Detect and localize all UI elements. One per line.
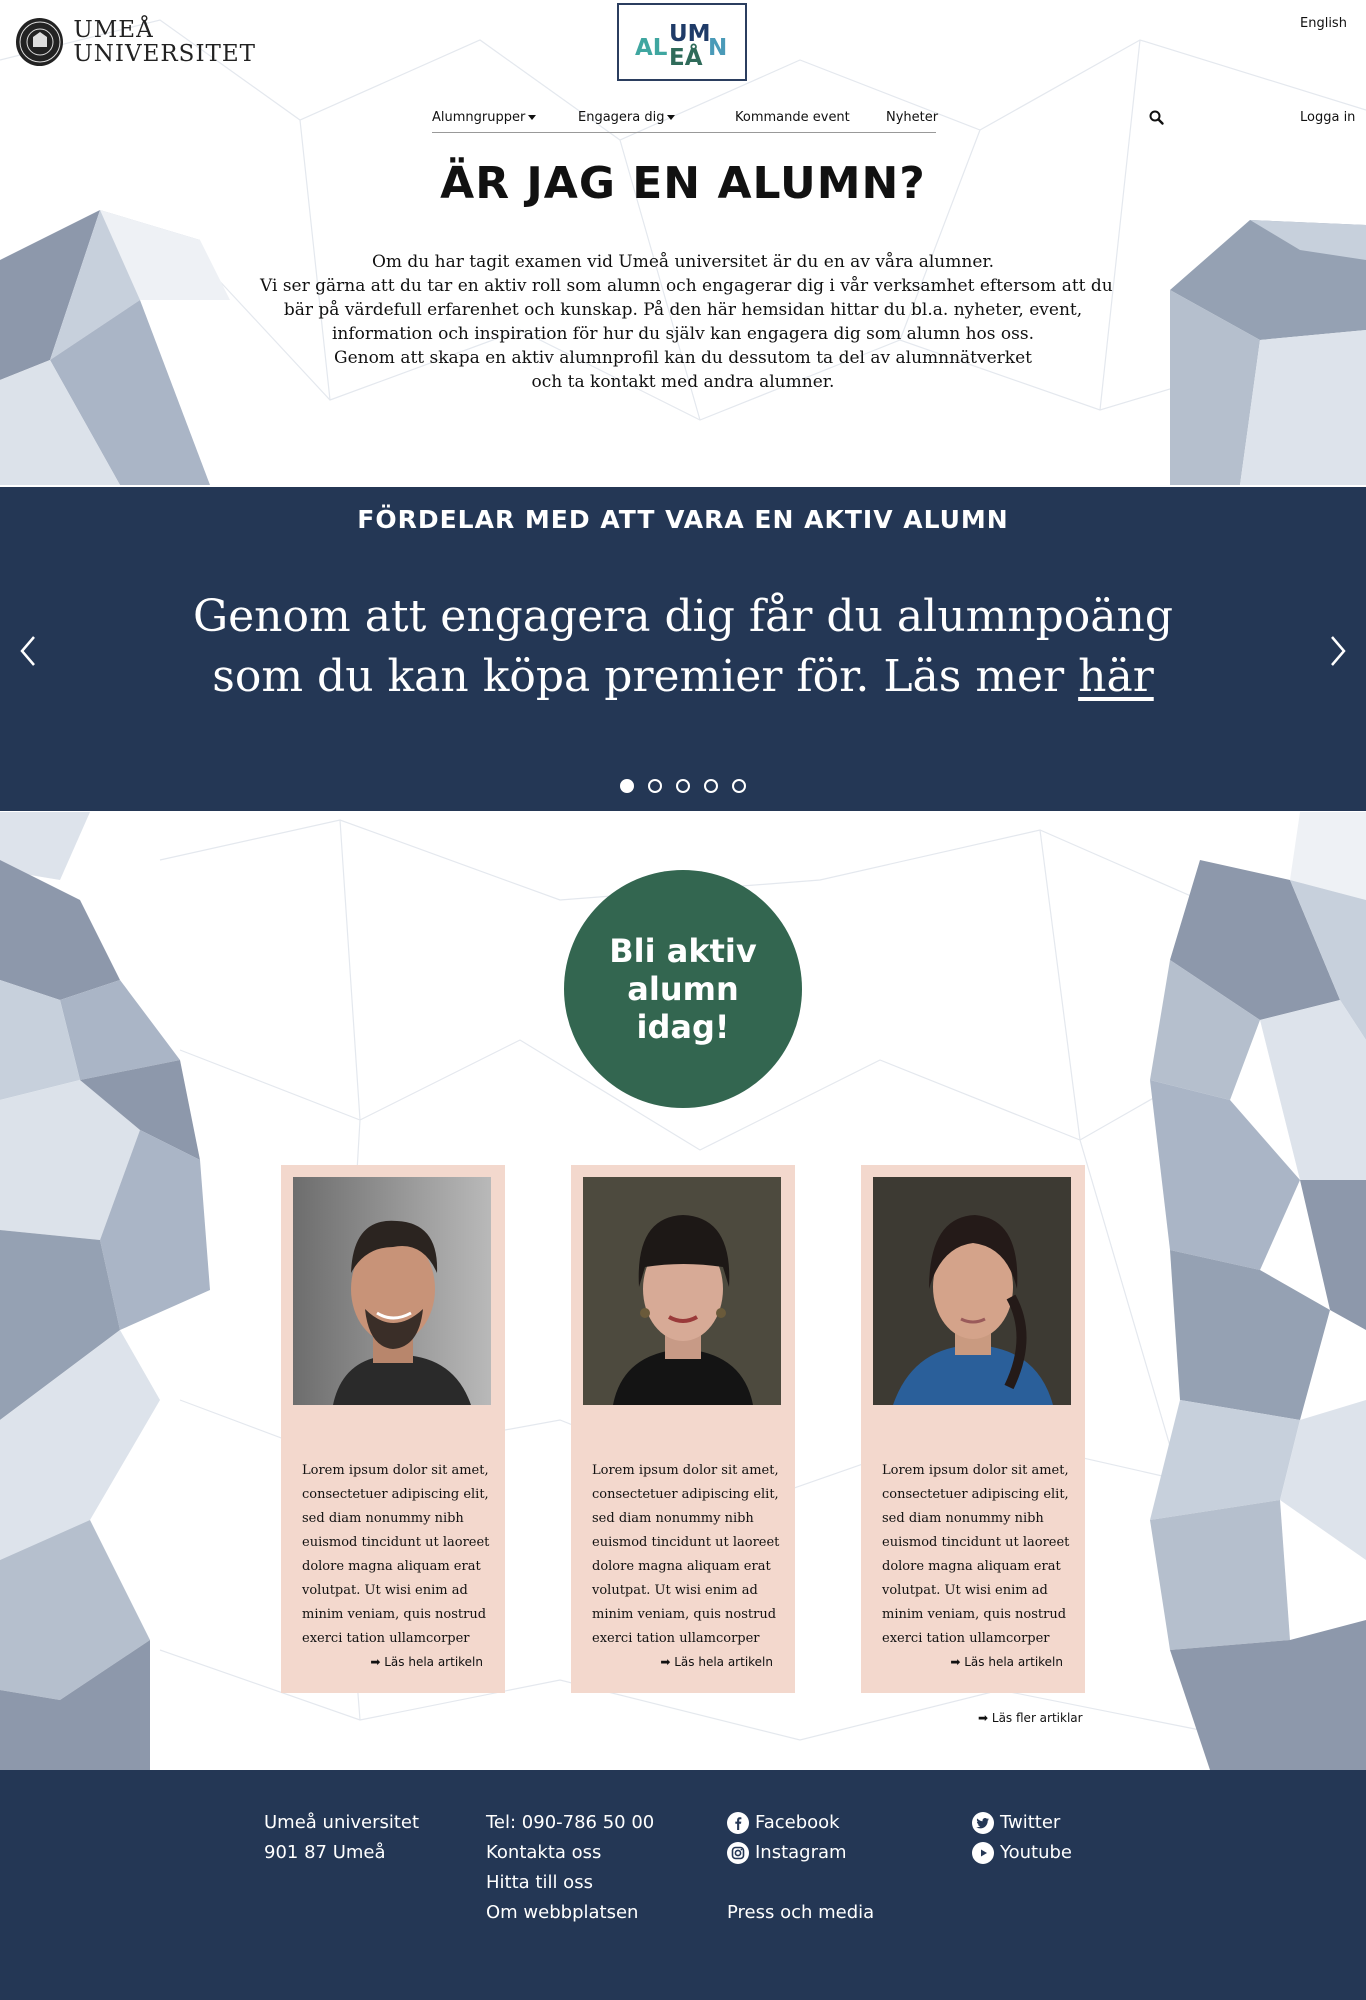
- twitter-icon: [972, 1812, 994, 1834]
- alumn-logo-text-ea: EÅ: [669, 43, 703, 71]
- article-excerpt: Lorem ipsum dolor sit amet, consectetuer…: [882, 1463, 1070, 1646]
- facebook-icon: [727, 1812, 749, 1834]
- more-articles-label: Läs fler artiklar: [991, 1711, 1083, 1725]
- footer-contact-link[interactable]: Kontakta oss: [486, 1838, 654, 1868]
- arrow-right-icon: ➡: [950, 1655, 961, 1669]
- intro-text: Om du har tagit examen vid Umeå universi…: [260, 250, 1113, 394]
- carousel-prev-button[interactable]: [16, 631, 40, 671]
- page-title: ÄR JAG EN ALUMN?: [440, 158, 926, 209]
- footer-address-line: Umeå universitet: [264, 1812, 420, 1833]
- university-seal-icon: [16, 18, 64, 66]
- carousel-dot-3[interactable]: [676, 779, 690, 793]
- footer-find-us-link[interactable]: Hitta till oss: [486, 1868, 654, 1898]
- search-icon: [1149, 110, 1164, 125]
- read-article-link[interactable]: ➡ Läs hela artikeln: [370, 1655, 483, 1669]
- university-logo[interactable]: UMEÅ UNIVERSITET: [16, 16, 256, 68]
- nav-item-kommande-event[interactable]: Kommande event: [735, 110, 850, 125]
- portrait-image-man: [293, 1177, 491, 1405]
- arrow-right-icon: ➡: [370, 1655, 381, 1669]
- carousel-next-button[interactable]: [1326, 631, 1350, 671]
- footer-address-line: 901 87 Umeå: [264, 1842, 386, 1863]
- carousel-line-2: som du kan köpa premier för. Läs mer här: [160, 647, 1206, 707]
- footer: Umeå universitet 901 87 Umeå Tel: 090-78…: [0, 1770, 1366, 2000]
- nav-item-alumngrupper[interactable]: Alumngrupper: [432, 110, 537, 125]
- intro-line: Vi ser gärna att du tar en aktiv roll so…: [260, 276, 1113, 296]
- footer-instagram-link[interactable]: Instagram: [727, 1838, 874, 1868]
- footer-youtube-link[interactable]: Youtube: [972, 1838, 1072, 1868]
- carousel-dot-2[interactable]: [648, 779, 662, 793]
- youtube-icon: [972, 1842, 994, 1864]
- carousel-dots: [0, 779, 1366, 793]
- alumn-logo[interactable]: AL UM EÅ N: [617, 3, 747, 81]
- carousel-read-more-link[interactable]: här: [1078, 651, 1154, 702]
- arrow-right-icon: ➡: [978, 1711, 989, 1725]
- chevron-left-icon: [20, 636, 35, 666]
- footer-contact: Tel: 090-786 50 00 Kontakta oss Hitta ti…: [486, 1808, 654, 1928]
- search-button[interactable]: [1148, 109, 1166, 127]
- nav-item-label: Engagera dig: [578, 110, 665, 125]
- alumn-logo-text-al: AL: [635, 35, 668, 61]
- carousel-dot-4[interactable]: [704, 779, 718, 793]
- intro-line: bär på värdefull erfarenhet och kunskap.…: [283, 300, 1083, 320]
- footer-social-left: Facebook Instagram Press och media: [727, 1808, 874, 1928]
- portrait-image-young-woman: [873, 1177, 1071, 1405]
- chevron-down-icon: [528, 115, 537, 120]
- carousel-line-1: Genom att engagera dig får du alumnpoäng: [192, 591, 1174, 642]
- intro-line: Om du har tagit examen vid Umeå universi…: [371, 252, 995, 272]
- read-article-link[interactable]: ➡ Läs hela artikeln: [660, 1655, 773, 1669]
- instagram-label: Instagram: [755, 1842, 847, 1863]
- footer-facebook-link[interactable]: Facebook: [727, 1808, 874, 1838]
- login-link[interactable]: Logga in: [1300, 110, 1355, 125]
- facebook-label: Facebook: [755, 1812, 840, 1833]
- benefits-carousel: FÖRDELAR MED ATT VARA EN AKTIV ALUMN Gen…: [0, 487, 1366, 811]
- portrait-image-woman: [583, 1177, 781, 1405]
- alumn-logo-text-n: N: [708, 35, 727, 61]
- university-name-line2: UNIVERSITET: [73, 41, 256, 67]
- cta-label: Bli aktiv alumn idag!: [609, 932, 757, 1046]
- nav-item-label: Nyheter: [886, 110, 939, 125]
- alumn-logo-text-um: UM: [669, 21, 711, 47]
- read-article-label: Läs hela artikeln: [674, 1655, 773, 1669]
- footer-about-site-link[interactable]: Om webbplatsen: [486, 1898, 654, 1928]
- footer-twitter-link[interactable]: Twitter: [972, 1808, 1072, 1838]
- intro-line: och ta kontakt med andra alumner.: [531, 372, 835, 392]
- article-card: Lorem ipsum dolor sit amet, consectetuer…: [571, 1165, 795, 1693]
- read-article-label: Läs hela artikeln: [384, 1655, 483, 1669]
- carousel-line-2-text: som du kan köpa premier för. Läs mer: [212, 651, 1079, 702]
- footer-spacer: [727, 1868, 874, 1898]
- university-name-line1: UMEÅ: [73, 17, 154, 43]
- become-active-alumn-button[interactable]: Bli aktiv alumn idag!: [564, 870, 802, 1108]
- read-article-label: Läs hela artikeln: [964, 1655, 1063, 1669]
- read-article-link[interactable]: ➡ Läs hela artikeln: [950, 1655, 1063, 1669]
- chevron-down-icon: [667, 115, 676, 120]
- carousel-heading: FÖRDELAR MED ATT VARA EN AKTIV ALUMN: [357, 505, 1009, 534]
- youtube-label: Youtube: [1000, 1842, 1072, 1863]
- intro-line: Genom att skapa en aktiv alumnprofil kan…: [333, 348, 1032, 368]
- nav-item-engagera-dig[interactable]: Engagera dig: [578, 110, 676, 125]
- footer-social-right: Twitter Youtube: [972, 1808, 1072, 1868]
- carousel-dot-5[interactable]: [732, 779, 746, 793]
- article-card: Lorem ipsum dolor sit amet, consectetuer…: [281, 1165, 505, 1693]
- arrow-right-icon: ➡: [660, 1655, 671, 1669]
- article-excerpt: Lorem ipsum dolor sit amet, consectetuer…: [592, 1463, 780, 1646]
- nav-item-label: Kommande event: [735, 110, 850, 125]
- footer-address: Umeå universitet 901 87 Umeå: [264, 1808, 419, 1868]
- university-name: UMEÅ UNIVERSITET: [73, 18, 256, 66]
- footer-phone-link[interactable]: Tel: 090-786 50 00: [486, 1808, 654, 1838]
- chevron-right-icon: [1331, 636, 1346, 666]
- footer-press-link[interactable]: Press och media: [727, 1898, 874, 1928]
- nav-item-label: Alumngrupper: [432, 110, 526, 125]
- intro-line: information och inspiration för hur du s…: [331, 324, 1034, 344]
- article-card: Lorem ipsum dolor sit amet, consectetuer…: [861, 1165, 1085, 1693]
- instagram-icon: [727, 1842, 749, 1864]
- main-nav: Alumngrupper Engagera dig Kommande event…: [432, 106, 938, 133]
- carousel-dot-1[interactable]: [620, 779, 634, 793]
- more-articles-link[interactable]: ➡ Läs fler artiklar: [978, 1711, 1083, 1725]
- twitter-label: Twitter: [1000, 1812, 1061, 1833]
- article-excerpt: Lorem ipsum dolor sit amet, consectetuer…: [302, 1463, 490, 1646]
- carousel-slide-text: Genom att engagera dig får du alumnpoäng…: [160, 587, 1206, 707]
- language-link[interactable]: English: [1300, 16, 1347, 31]
- nav-item-nyheter[interactable]: Nyheter: [886, 110, 938, 125]
